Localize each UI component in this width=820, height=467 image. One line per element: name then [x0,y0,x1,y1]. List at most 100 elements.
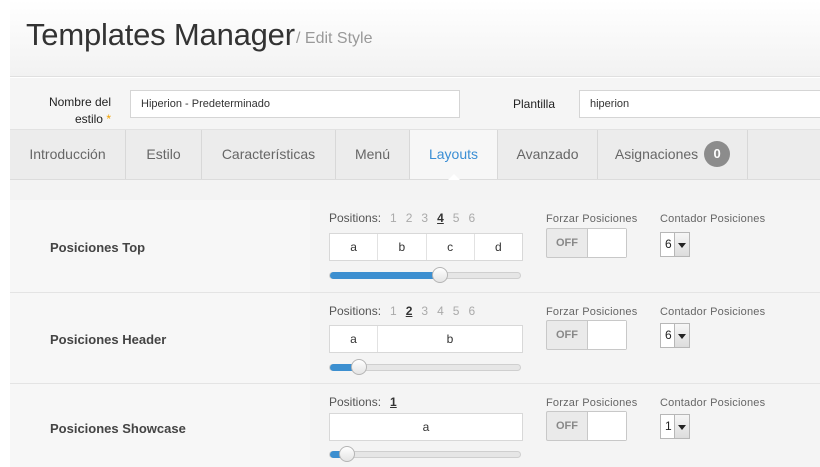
positions-counter-label: Contador Posiciones [660,306,766,318]
positions-label: Positions: [329,211,382,225]
template-input[interactable]: hiperion [579,90,820,118]
style-name-label: Nombre del estilo * [28,94,111,128]
tab-label: Menú [354,146,391,162]
positions-label: Positions: [329,304,382,318]
position-boxes: a [329,413,523,441]
tab-label: Características [221,146,316,162]
toggle-state: OFF [556,329,578,341]
position-box[interactable]: d [475,234,522,260]
position-option-1[interactable]: 1 [390,211,397,225]
positions-counter-label: Contador Posiciones [660,213,766,225]
force-positions-toggle[interactable]: OFF [546,228,627,258]
position-option-1[interactable]: 1 [390,304,397,318]
template-label: Plantilla [513,97,556,111]
tab-introduccion[interactable]: Introducción [10,130,126,179]
chevron-down-icon [674,233,689,256]
position-option-5[interactable]: 5 [453,211,460,225]
force-positions-label: Forzar Posiciones [546,397,638,409]
position-box[interactable]: c [427,234,475,260]
positions-selector: Positions: 1 2 3 4 5 6 [329,304,475,318]
row-label-panel: Posiciones Header [10,293,310,383]
position-option-4[interactable]: 4 [437,211,444,225]
style-name-label-line2: estilo [74,112,103,126]
positions-label: Positions: [329,395,382,409]
position-boxes: a b [329,325,523,353]
row-controls: Positions: 1 2 3 4 5 6 a b Forzar Posiciones O… [310,293,820,383]
tab-avanzado[interactable]: Avanzado [498,130,598,179]
toggle-handle [587,321,626,349]
select-value: 6 [665,328,672,342]
position-box[interactable]: b [378,326,522,352]
tab-label: Layouts [428,146,479,162]
positions-counter-select[interactable]: 6 [660,323,690,348]
tab-layouts[interactable]: Layouts [410,130,498,180]
position-option-2[interactable]: 2 [406,211,413,225]
tab-caracteristicas[interactable]: Características [202,130,336,179]
page-title: Templates Manager [26,17,295,52]
tab-menu[interactable]: Menú [336,130,410,179]
row-controls: Positions: 1 a Forzar Posiciones OFF Cont… [310,384,820,467]
slider-handle[interactable] [339,446,356,462]
toggle-handle [587,229,626,257]
style-name-input[interactable]: Hiperion - Predeterminado [130,90,460,118]
positions-counter-select[interactable]: 6 [660,232,690,257]
chevron-down-icon [674,415,689,438]
force-positions-toggle[interactable]: OFF [546,320,627,350]
position-option-3[interactable]: 3 [421,211,428,225]
toggle-state: OFF [556,237,578,249]
position-option-1[interactable]: 1 [390,395,397,409]
position-option-2[interactable]: 2 [406,304,413,318]
position-option-4[interactable]: 4 [437,304,444,318]
position-option-6[interactable]: 6 [468,304,475,318]
layout-row-top: Posiciones Top Positions: 1 2 3 4 5 6 a b c d … [10,200,820,293]
force-positions-label: Forzar Posiciones [546,306,638,318]
slider-fill [330,272,441,279]
select-value: 1 [665,419,672,433]
toggle-state: OFF [556,420,578,432]
positions-slider[interactable] [329,446,521,462]
tab-label: Avanzado [516,146,579,162]
tab-label: Asignaciones [614,146,699,162]
chevron-down-icon [674,324,689,347]
tab-asignaciones[interactable]: Asignaciones 0 [598,130,748,179]
row-label-panel: Posiciones Top [10,200,310,292]
row-label: Posiciones Header [50,332,167,347]
toggle-handle [587,412,626,440]
positions-slider[interactable] [329,267,521,283]
layout-row-showcase: Posiciones Showcase Positions: 1 a Forzar… [10,384,820,467]
required-mark: * [106,112,111,126]
position-box[interactable]: b [378,234,427,260]
content-gap [10,180,820,200]
tab-estilo[interactable]: Estilo [126,130,202,179]
position-box[interactable]: a [330,234,379,260]
position-option-5[interactable]: 5 [453,304,460,318]
row-label: Posiciones Showcase [50,421,186,436]
tab-label: Introducción [29,146,106,162]
page-header: Templates Manager / Edit Style [10,0,820,77]
page-subtitle: / Edit Style [296,30,373,47]
slider-handle[interactable] [432,267,449,283]
row-label-panel: Posiciones Showcase [10,384,310,467]
positions-counter-select[interactable]: 1 [660,414,690,439]
positions-counter-label: Contador Posiciones [660,397,766,409]
position-option-6[interactable]: 6 [468,211,475,225]
position-option-3[interactable]: 3 [421,304,428,318]
position-box[interactable]: a [330,326,378,352]
force-positions-label: Forzar Posiciones [546,213,638,225]
row-label: Posiciones Top [50,240,146,255]
position-boxes: a b c d [329,233,523,261]
row-controls: Positions: 1 2 3 4 5 6 a b c d Forzar Posicion… [310,200,820,292]
position-box[interactable]: a [330,414,522,440]
positions-slider[interactable] [329,359,521,375]
tab-bar: Introducción Estilo Características Menú… [10,130,820,180]
force-positions-toggle[interactable]: OFF [546,411,627,441]
positions-selector: Positions: 1 2 3 4 5 6 [329,211,475,225]
positions-selector: Positions: 1 [329,395,397,409]
layout-row-header: Posiciones Header Positions: 1 2 3 4 5 6 a b F… [10,293,820,384]
assignments-count-badge: 0 [704,141,731,168]
style-name-label-line1: Nombre del [48,95,111,109]
select-value: 6 [665,237,672,251]
tab-label: Estilo [146,146,181,162]
style-fields-bar: Nombre del estilo * Hiperion - Predeterm… [10,78,820,130]
slider-handle[interactable] [350,359,367,375]
